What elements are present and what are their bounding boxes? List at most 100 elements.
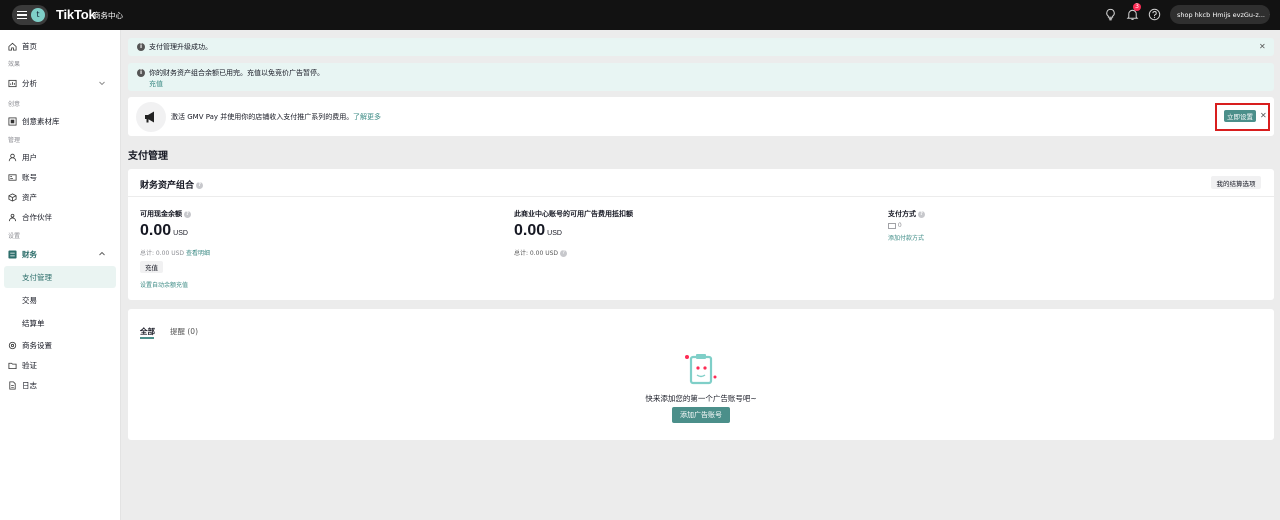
ad-credit-value: 0.00 USD [514, 222, 562, 240]
sidebar-item-statements[interactable]: 结算单 [4, 312, 116, 334]
sidebar-item-partners[interactable]: 合作伙伴 [8, 209, 114, 225]
sidebar-group-settings: 设置 [8, 233, 21, 240]
auto-recharge-link[interactable]: 设置自动余额充值 [140, 280, 188, 289]
chevron-down-icon [99, 81, 105, 86]
help-icon[interactable]: ? [196, 182, 204, 189]
document-icon [9, 380, 16, 390]
tab-all[interactable]: 全部 [140, 326, 155, 337]
cash-balance-label-text: 可用现金余额 [140, 210, 182, 218]
cash-total-text: 总计: 0.00 USD [140, 250, 185, 257]
sidebar-item-label: 合作伙伴 [22, 212, 52, 222]
gear-icon [8, 341, 17, 349]
sidebar-item-accounts[interactable]: 账号 [8, 169, 114, 185]
help-icon[interactable]: ? [560, 250, 568, 257]
view-details-link[interactable]: 查看明细 [186, 250, 210, 257]
chevron-up-icon [99, 251, 105, 256]
my-billing-options-button[interactable]: 我的结算选项 [1211, 176, 1261, 189]
folder-icon [8, 362, 17, 369]
sidebar-item-label: 资产 [22, 192, 37, 202]
cash-balance-label: 可用现金余额? [140, 209, 191, 219]
sidebar-item-home[interactable]: 首页 [8, 38, 114, 54]
divider [128, 196, 1274, 197]
cash-balance-amount: 0.00 [140, 222, 172, 239]
sidebar-item-label: 商务设置 [22, 340, 52, 350]
sidebar-item-label: 分析 [22, 78, 37, 88]
brand-logo: TikTok [56, 7, 96, 22]
finance-icon [8, 249, 17, 259]
add-ad-account-button[interactable]: 添加广告账号 [672, 407, 730, 423]
sidebar-item-assets[interactable]: 资产 [8, 189, 114, 205]
balance-banner: i 你的财务资产组合余额已用完。充值以免竞价广告暂停。 充值 [128, 63, 1274, 91]
recharge-link[interactable]: 充值 [149, 79, 163, 89]
sidebar-item-verification[interactable]: 验证 [8, 357, 114, 373]
menu-button[interactable]: t [12, 5, 48, 25]
help-icon[interactable]: ? [918, 210, 925, 218]
tab-alerts[interactable]: 提醒 (0) [170, 326, 198, 337]
sidebar-item-users[interactable]: 用户 [8, 149, 114, 165]
help-icon[interactable]: ? [184, 210, 191, 218]
info-icon: i [137, 43, 145, 51]
sidebar-item-label: 用户 [22, 152, 37, 162]
megaphone-icon [136, 102, 166, 132]
payment-method-count: 0 [888, 222, 902, 229]
cash-total: 总计: 0.00 USD 查看明细 [140, 248, 210, 257]
sidebar-group-creative: 创意 [8, 101, 21, 108]
ad-credit-total-text: 总计: 0.00 USD [514, 250, 559, 257]
promo-message: 激活 GMV Pay 并使用你的店铺收入支付推广系列的费用。 [171, 113, 354, 121]
sidebar-item-transactions[interactable]: 交易 [4, 289, 116, 311]
library-icon [8, 116, 17, 126]
account-name: shop hkcb Hmijs evzGu-z... [1177, 10, 1265, 19]
partners-icon [8, 213, 17, 221]
sidebar-item-label: 账号 [22, 172, 37, 182]
portfolio-card: 财务资产组合? 我的结算选项 可用现金余额? 0.00 USD 总计: 0.00 … [128, 169, 1274, 300]
empty-clipboard-icon [685, 354, 717, 385]
chevron-down-icon [1269, 14, 1270, 15]
sidebar-item-business-settings[interactable]: 商务设置 [8, 337, 114, 353]
success-banner: i 支付管理升级成功。 ✕ [128, 38, 1274, 56]
analytics-icon [8, 79, 17, 87]
sidebar: 首页 效果 分析 创意 创意素材库 管理 用户 账号 资产 合作伙伴 设置 财务… [0, 30, 121, 520]
user-icon [8, 153, 17, 161]
payment-method-label-text: 支付方式 [888, 210, 916, 218]
payment-method-label: 支付方式? [888, 209, 925, 219]
account-switcher[interactable]: shop hkcb Hmijs evzGu-z... [1170, 5, 1270, 24]
sidebar-item-label: 首页 [22, 41, 37, 51]
payment-count-text: 0 [897, 222, 902, 229]
lightbulb-icon[interactable] [1104, 8, 1117, 21]
recharge-button[interactable]: 充值 [140, 261, 163, 273]
top-bar: t TikTok 商务中心 3 shop hkcb Hmijs evzGu-z.… [0, 0, 1280, 30]
highlight-box [1215, 103, 1270, 131]
portfolio-title: 财务资产组合? [140, 178, 204, 191]
ad-credit-amount: 0.00 [514, 222, 546, 239]
help-icon[interactable] [1148, 8, 1161, 21]
sidebar-group-effect: 效果 [8, 61, 21, 68]
sidebar-item-label: 创意素材库 [22, 116, 60, 126]
close-icon[interactable]: ✕ [1259, 42, 1266, 51]
sidebar-item-payment-management[interactable]: 支付管理 [4, 266, 116, 288]
info-icon: i [137, 69, 145, 77]
ad-credit-label: 此商业中心账号的可用广告费用抵扣额 [514, 210, 633, 218]
sidebar-item-logs[interactable]: 日志 [8, 377, 114, 393]
learn-more-link[interactable]: 了解更多 [353, 112, 381, 122]
sidebar-item-creative-library[interactable]: 创意素材库 [8, 113, 114, 129]
sidebar-item-label: 财务 [22, 249, 37, 259]
sidebar-item-label: 验证 [22, 360, 37, 370]
ad-credit-total: 总计: 0.00 USD? [514, 248, 568, 257]
empty-state-message: 快来添加您的第一个广告账号吧~ [645, 394, 757, 403]
add-payment-method-link[interactable]: 添加付款方式 [888, 233, 924, 242]
card-icon [888, 222, 896, 229]
notification-badge: 3 [1133, 3, 1141, 11]
page-title: 支付管理 [128, 151, 168, 162]
sidebar-group-manage: 管理 [8, 137, 21, 144]
hamburger-icon [17, 11, 27, 19]
success-message: 支付管理升级成功。 [149, 43, 212, 51]
account-card-icon [8, 173, 17, 181]
balance-message: 你的财务资产组合余额已用完。充值以免竞价广告暂停。 [149, 69, 324, 77]
sidebar-item-label: 日志 [22, 380, 37, 390]
ad-accounts-card: 全部 提醒 (0) 快来添加您的第一个广告账号吧~ 添加广告账号 [128, 309, 1274, 440]
currency-unit: USD [173, 230, 188, 237]
brand-subtitle: 商务中心 [93, 11, 123, 20]
sidebar-item-finance[interactable]: 财务 [8, 246, 114, 262]
active-tab-indicator [140, 337, 154, 339]
sidebar-item-analysis[interactable]: 分析 [8, 75, 114, 91]
